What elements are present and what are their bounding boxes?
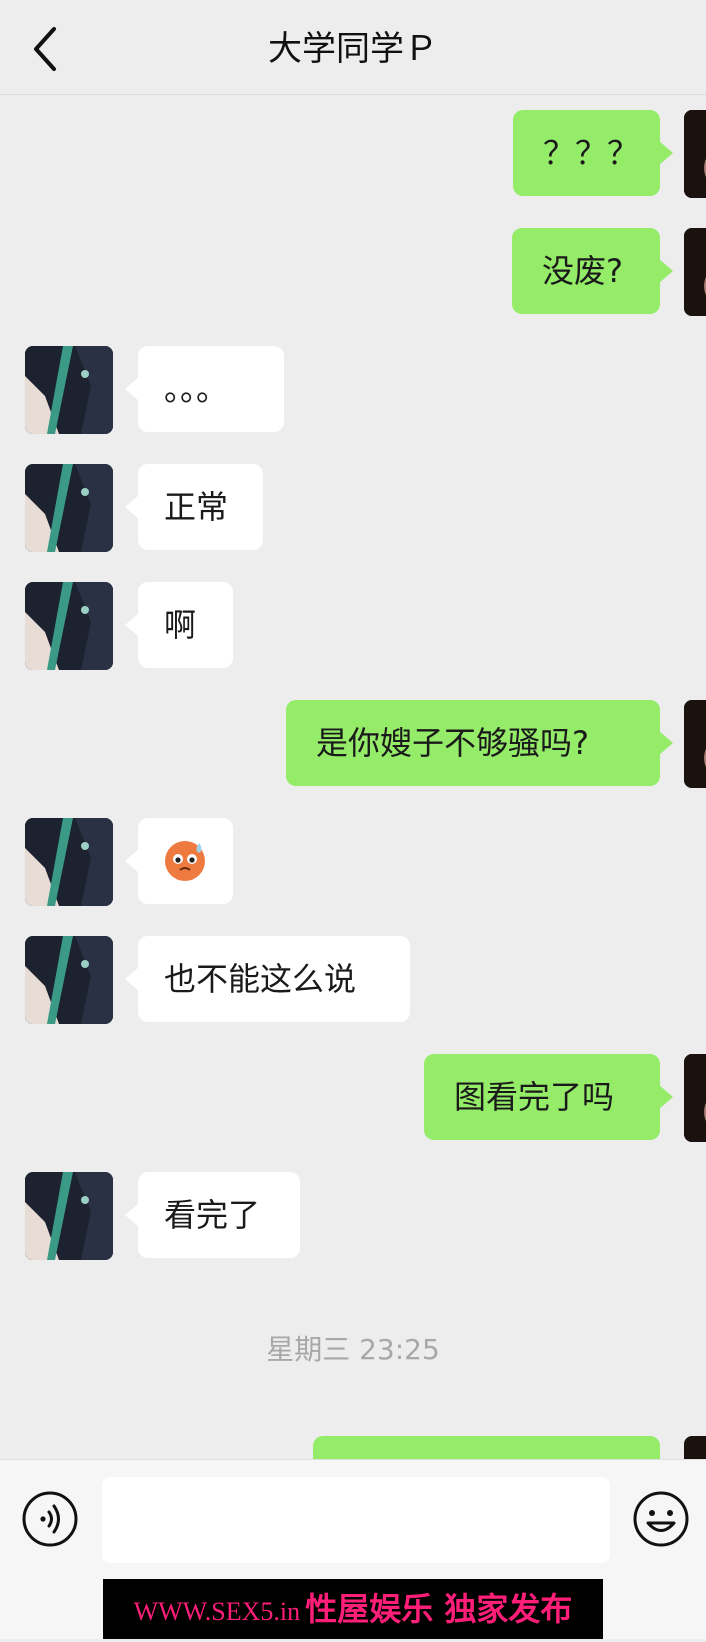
message-row: 也不能这么说: [0, 930, 706, 1024]
contact-avatar[interactable]: [25, 936, 113, 1024]
message-row: 正常: [0, 458, 706, 552]
message-bubble[interactable]: 啊: [125, 582, 233, 668]
message-bubble[interactable]: 没废?: [512, 228, 673, 314]
emoji-button[interactable]: [632, 1490, 690, 1548]
message-row: 啊: [0, 576, 706, 670]
contact-avatar[interactable]: [25, 1172, 113, 1260]
voice-icon: [22, 1491, 78, 1547]
message-bubble[interactable]: 看完了: [125, 1172, 300, 1258]
message-bubble-partial[interactable]: [313, 1436, 660, 1459]
watermark-url: WWW.SEX5.in: [133, 1597, 301, 1626]
message-row: [0, 812, 706, 906]
message-bubble[interactable]: ？？？: [513, 110, 673, 196]
message-bubble[interactable]: 正常: [125, 464, 263, 550]
message-timestamp: 星期三 23:25: [266, 1333, 440, 1366]
message-row: 没废?: [0, 222, 706, 316]
message-row: 看完了: [0, 1166, 706, 1260]
watermark-banner: WWW.SEX5.in 性屋娱乐 独家发布: [103, 1579, 603, 1639]
my-avatar[interactable]: [684, 1436, 706, 1459]
chat-header: 大学同学Ｐ: [0, 0, 706, 95]
contact-avatar[interactable]: [25, 464, 113, 552]
sweating-face-emoji-icon: [165, 841, 205, 881]
my-avatar[interactable]: [684, 110, 706, 198]
message-list[interactable]: ？？？ 没废? 。。。 正常 啊 是你嫂子不够骚吗? 也不能这么说 图看完了吗 …: [0, 95, 706, 1459]
my-avatar[interactable]: [684, 228, 706, 316]
voice-button[interactable]: [21, 1490, 79, 1548]
message-row: 图看完了吗: [0, 1048, 706, 1142]
emoji-smile-icon: [633, 1491, 689, 1547]
contact-avatar[interactable]: [25, 582, 113, 670]
message-input[interactable]: [102, 1477, 610, 1563]
chat-title: 大学同学Ｐ: [268, 29, 438, 69]
my-avatar[interactable]: [684, 700, 706, 788]
message-bubble[interactable]: 图看完了吗: [424, 1054, 673, 1140]
message-row: 。。。: [0, 340, 706, 434]
contact-avatar[interactable]: [25, 818, 113, 906]
message-bubble[interactable]: 。。。: [125, 346, 284, 432]
message-bubble[interactable]: 也不能这么说: [125, 936, 410, 1022]
watermark-text: 性屋娱乐 独家发布: [305, 1590, 573, 1628]
message-bubble[interactable]: 是你嫂子不够骚吗?: [286, 700, 673, 786]
message-row: ？？？: [0, 104, 706, 198]
message-row: 是你嫂子不够骚吗?: [0, 694, 706, 788]
input-bar: WWW.SEX5.in 性屋娱乐 独家发布: [0, 1459, 706, 1639]
message-bubble[interactable]: [125, 818, 233, 904]
my-avatar[interactable]: [684, 1054, 706, 1142]
contact-avatar[interactable]: [25, 346, 113, 434]
